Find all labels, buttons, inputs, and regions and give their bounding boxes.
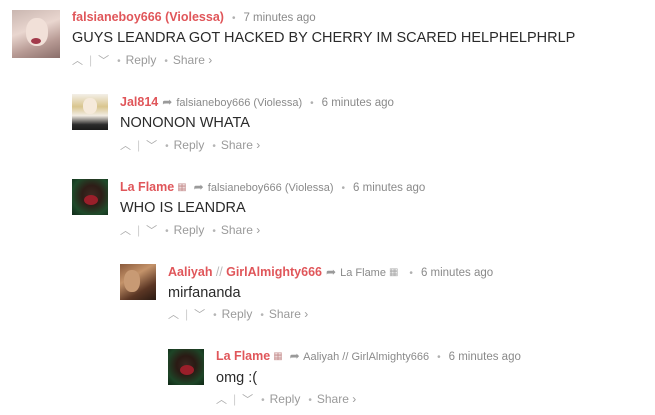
comment-actions: ︿ | ﹀ • Reply • Share › [120,223,261,237]
separator-dot: • [341,183,346,194]
upvote-icon[interactable]: ︿ [72,55,83,67]
timestamp[interactable]: 6 minutes ago [322,97,394,109]
reply-arrow-icon: ➦ [289,349,300,363]
upvote-icon[interactable]: ︿ [120,225,131,237]
comment-actions: ︿ | ﹀ • Reply • Share › [72,53,213,67]
comment-header: La Flame ▦ ➦ Aaliyah // GirlAlmighty666 • 6 … [216,348,521,366]
upvote-icon[interactable]: ︿ [216,394,227,406]
reply-to[interactable]: ➦ falsianeboy666 (Violessa) [193,180,334,194]
share-button[interactable]: Share › [269,307,308,321]
author-name[interactable]: La Flame [216,349,270,363]
downvote-icon[interactable]: ﹀ [242,394,253,406]
vote-divider: | [185,307,189,321]
comment-text: GUYS LEANDRA GOT HACKED BY CHERRY IM SCA… [72,30,576,46]
reply-button[interactable]: Reply [270,392,301,406]
upvote-icon[interactable]: ︿ [168,309,179,321]
downvote-icon[interactable]: ﹀ [146,225,157,237]
avatar[interactable] [72,179,108,215]
upvote-icon[interactable]: ︿ [120,140,131,152]
timestamp[interactable]: 6 minutes ago [353,182,425,194]
reply-button[interactable]: Reply [126,53,157,67]
separator-dot: • [409,268,413,279]
timestamp[interactable]: 7 minutes ago [243,12,315,24]
vote-divider: | [137,223,141,237]
author-name[interactable]: falsianeboy666 (Violessa) [72,10,224,24]
share-button[interactable]: Share › [173,53,212,67]
reply-to[interactable]: ➦ Aaliyah // GirlAlmighty666 [289,349,429,363]
separator-dot: • [231,13,236,24]
avatar[interactable] [72,94,108,130]
comment-header: Aaliyah // GirlAlmighty666 ➦ La Flame ▦ • 6 … [168,264,493,282]
comment-actions: ︿ | ﹀ • Reply • Share › [216,392,357,406]
comment-actions: ︿ | ﹀ • Reply • Share › [168,307,309,321]
comment-text: omg :( [216,370,258,386]
reply-to[interactable]: ➦ La Flame [325,265,386,279]
comment-text: WHO IS LEANDRA [120,200,246,216]
comment-text: mirfananda [168,285,241,301]
downvote-icon[interactable]: ﹀ [146,140,157,152]
comment-actions: ︿ | ﹀ • Reply • Share › [120,138,261,152]
timestamp[interactable]: 6 minutes ago [449,351,521,363]
avatar[interactable] [120,264,156,300]
reply-button[interactable]: Reply [174,138,205,152]
comment-header: falsianeboy666 (Violessa) • 7 minutes ago [72,9,316,27]
avatar[interactable] [12,10,60,58]
author-name-b[interactable]: GirlAlmighty666 [226,265,322,279]
downvote-icon[interactable]: ﹀ [194,309,205,321]
share-button[interactable]: Share › [221,223,260,237]
vote-divider: | [233,392,237,406]
reply-arrow-icon: ➦ [325,265,337,279]
comment-text: NONONON WHATA [120,115,250,131]
author-name[interactable]: La Flame [120,180,174,194]
vote-divider: | [137,138,141,152]
author-separator: // [215,265,223,279]
author-name[interactable]: Jal814 [120,95,158,109]
reply-to[interactable]: ➦ falsianeboy666 (Violessa) [162,95,302,109]
reply-arrow-icon: ➦ [193,180,204,194]
timestamp[interactable]: 6 minutes ago [421,267,493,279]
downvote-icon[interactable]: ﹀ [98,55,109,67]
separator-dot: • [437,352,441,363]
separator-dot: • [310,98,314,109]
reply-arrow-icon: ➦ [162,95,173,109]
flag-icon: ▦ [273,351,283,362]
share-button[interactable]: Share › [221,138,260,152]
reply-button[interactable]: Reply [174,223,205,237]
reply-button[interactable]: Reply [222,307,253,321]
flag-icon: ▦ [177,182,187,193]
avatar[interactable] [168,349,204,385]
flag-icon: ▦ [388,267,399,278]
comment-header: La Flame ▦ ➦ falsianeboy666 (Violessa) • 6 m… [120,179,425,197]
vote-divider: | [89,53,93,67]
author-name-a[interactable]: Aaliyah [168,265,212,279]
comment-header: Jal814 ➦ falsianeboy666 (Violessa) • 6 minu… [120,94,394,112]
share-button[interactable]: Share › [317,392,356,406]
